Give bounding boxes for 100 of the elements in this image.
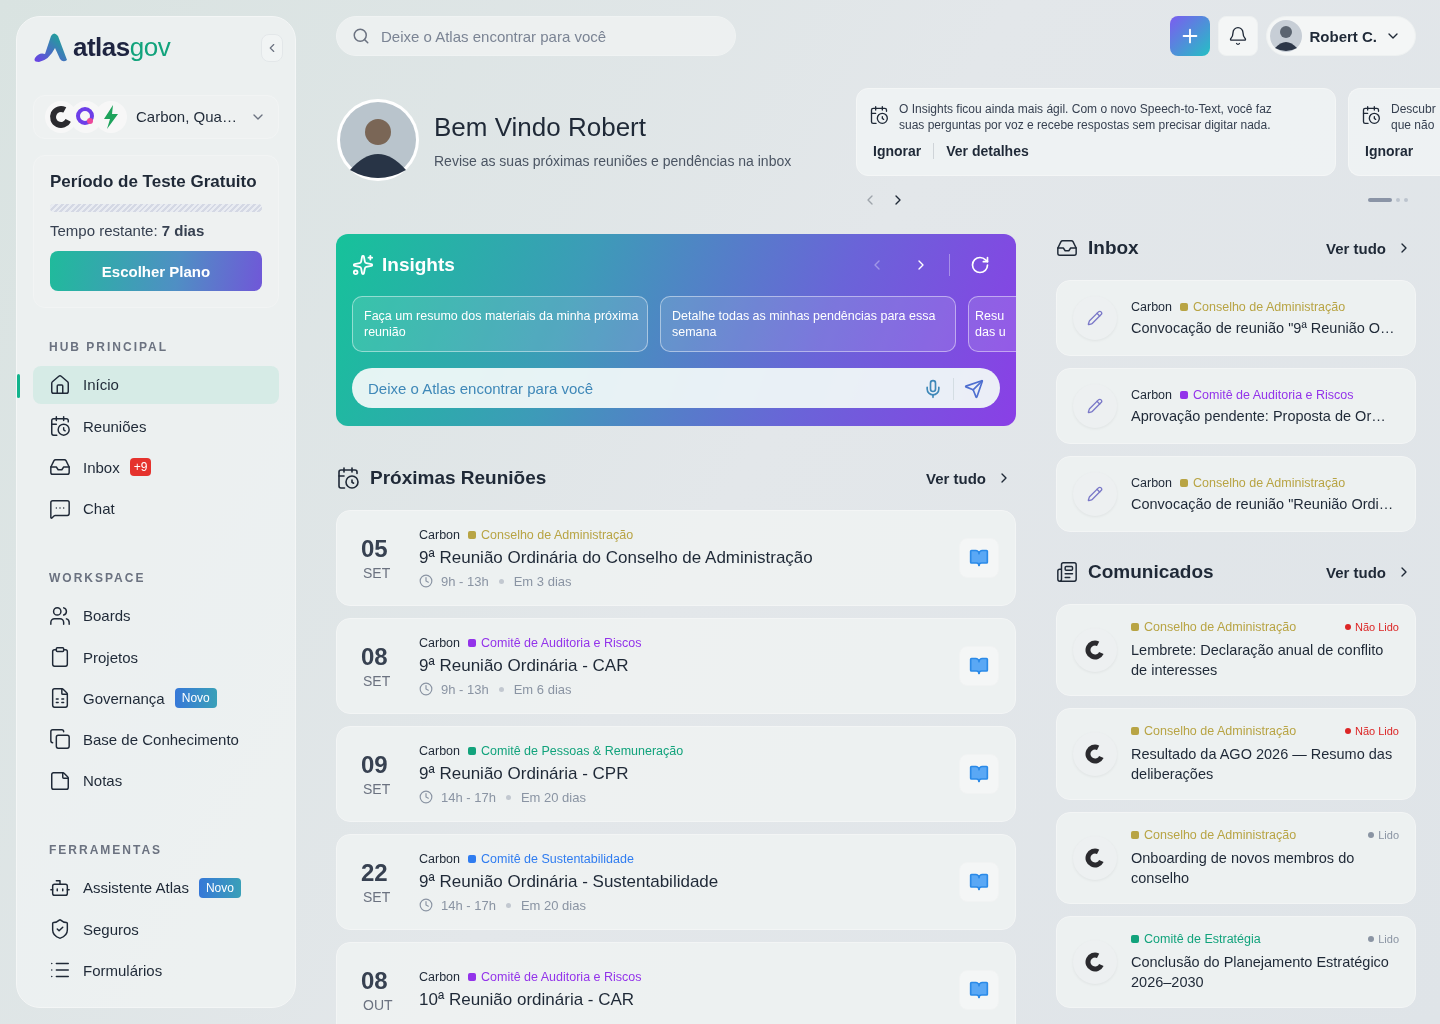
nav-item[interactable]: Seguros <box>33 910 279 948</box>
microphone-icon <box>923 379 943 399</box>
meeting-due: Em 20 dias <box>520 897 586 913</box>
nav-item[interactable]: Reuniões <box>33 407 279 445</box>
page-dot[interactable] <box>1404 198 1408 202</box>
welcome-subtitle: Revise as suas próximas reuniões e pendências na inbox <box>434 152 792 169</box>
meeting-card[interactable]: 22 SET Carbon Comitê de Sustentabilidade 9ª Reunião Ordinária - Sustentabilidade 14h - 17h Em 20 dias <box>336 834 1016 930</box>
meeting-month: SET <box>362 781 391 797</box>
user-menu-button[interactable]: Robert C. <box>1265 16 1416 56</box>
communique-card[interactable]: Conselho de Administração Lido Onboarding de novos membros do conselho <box>1056 812 1416 904</box>
inbox-card[interactable]: Carbon Comitê de Auditoria e Riscos Aprovação pendente: Proposta de Or… <box>1056 368 1416 444</box>
organization-name: Carbon <box>419 851 460 866</box>
meeting-card[interactable]: 05 SET Carbon Conselho de Administração 9ª Reunião Ordinária do Conselho de Administração 9h - 13h Em 3 dias <box>336 510 1016 606</box>
nav-label: Projetos <box>83 648 139 666</box>
committee-name: Conselho de Administração <box>1144 828 1297 842</box>
organization-name: Carbon <box>419 743 460 758</box>
nav-item[interactable]: Formulários <box>33 951 279 989</box>
ring-logo-icon <box>1085 640 1105 660</box>
read-status: Lido <box>1368 933 1399 945</box>
meeting-time: 14h - 17h <box>441 789 496 805</box>
bell-icon <box>1227 26 1248 46</box>
read-status: Não Lido <box>1344 621 1399 633</box>
announcement-text: O Insights ficou ainda mais ágil. Com o novo Speech-to-Text, você faz suas perguntas por voz e recebe respostas sem precisar digitar nada. <box>899 101 1272 133</box>
nav-item[interactable]: Boards <box>33 597 279 635</box>
section-title: FERRAMENTAS <box>49 843 164 858</box>
communique-title: Onboarding de novos membros do conselho <box>1131 849 1356 888</box>
announcement-action-link[interactable]: Ignorar <box>1365 143 1426 159</box>
choose-plan-button[interactable]: Escolher Plano <box>50 251 262 292</box>
committee-name: Comitê de Estratégia <box>1144 932 1261 946</box>
nav-item[interactable]: Notas <box>33 762 279 800</box>
collapse-sidebar-button[interactable] <box>261 33 283 62</box>
meeting-card[interactable]: 09 SET Carbon Comitê de Pessoas & Remuneração 9ª Reunião Ordinária - CPR 14h - 17h Em 20 dias <box>336 726 1016 822</box>
meeting-title: 9ª Reunião Ordinária - CPR <box>419 763 630 784</box>
inbox-subject: Convocação de reunião "9ª Reunião O… <box>1131 320 1395 336</box>
nav-label: Início <box>83 376 119 394</box>
communique-card[interactable]: Conselho de Administração Não Lido Lembrete: Declaração anual de conflito de interesses <box>1056 604 1416 696</box>
nav-item[interactable]: Governança Novo <box>33 679 279 717</box>
materials-button[interactable] <box>959 862 999 902</box>
nav-item[interactable]: Base de Conhecimento <box>33 720 279 759</box>
page-dot[interactable] <box>1396 198 1400 202</box>
meeting-title: 10ª Reunião ordinária - CAR <box>419 990 636 1010</box>
materials-button[interactable] <box>959 538 999 578</box>
calendar-icon <box>1361 105 1381 125</box>
nav-item[interactable]: Projetos <box>33 638 279 676</box>
ask-field[interactable]: Deixe o Atlas encontrar para você <box>352 368 1000 408</box>
committee-name: Comitê de Auditoria e Riscos <box>481 635 642 650</box>
committee-name: Conselho de Administração <box>481 527 634 542</box>
meeting-card[interactable]: 08 OUT Carbon Comitê de Auditoria e Riscos 10ª Reunião ordinária - CAR <box>336 942 1016 1024</box>
meeting-card[interactable]: 08 SET Carbon Comitê de Auditoria e Riscos 9ª Reunião Ordinária - CAR 9h - 13h Em 6 dias <box>336 618 1016 714</box>
add-button[interactable] <box>1169 16 1210 56</box>
suggestion-chip[interactable]: Detalhe todas as minhas pendências para essa semana <box>660 296 956 352</box>
atlasgov-logo: atlasgov <box>33 31 171 64</box>
see-all-link[interactable]: Ver tudo <box>1326 563 1412 581</box>
announcement-action-link[interactable]: Ignorar <box>873 143 934 159</box>
meeting-month: SET <box>362 565 391 581</box>
communique-card[interactable]: Comitê de Estratégia Lido Conclusão do Planejamento Estratégico 2026–2030 <box>1056 916 1416 1008</box>
announcement-action-link[interactable]: Ver detalhes <box>933 143 1041 159</box>
meeting-due: Em 3 dias <box>513 573 572 589</box>
committee-name: Conselho de Administração <box>1144 724 1297 738</box>
notifications-button[interactable] <box>1217 16 1258 56</box>
committee-name: Comitê de Auditoria e Riscos <box>1193 388 1354 402</box>
calendar-icon <box>336 466 360 490</box>
suggestion-chip[interactable]: Resu das u <box>968 296 1016 352</box>
nav-label: Governança <box>83 689 165 707</box>
communique-card[interactable]: Conselho de Administração Não Lido Resultado da AGO 2026 — Resumo das deliberações <box>1056 708 1416 800</box>
materials-button[interactable] <box>959 646 999 686</box>
nav-label: Base de Conhecimento <box>83 730 239 748</box>
communique-title: Conclusão do Planejamento Estratégico 2026–2030 <box>1131 953 1390 992</box>
remaining-time: Tempo restante: 7 dias <box>50 222 206 240</box>
materials-button[interactable] <box>959 970 999 1010</box>
see-all-link[interactable]: Ver tudo <box>926 469 1012 487</box>
meeting-month: SET <box>362 889 391 905</box>
shield-icon <box>49 918 71 941</box>
organization-name: Carbon <box>1131 476 1172 490</box>
inbox-card[interactable]: Carbon Conselho de Administração Convocação de reunião "9ª Reunião O… <box>1056 280 1416 356</box>
see-all-link[interactable]: Ver tudo <box>1326 239 1412 257</box>
organization-name: Carbon <box>419 970 460 984</box>
committee-name: Conselho de Administração <box>1193 300 1346 314</box>
book-icon <box>969 656 989 676</box>
materials-button[interactable] <box>959 754 999 794</box>
ring-logo-icon <box>1085 952 1105 972</box>
nav-label: Reuniões <box>83 417 147 435</box>
organization-selector[interactable]: Carbon, Qua… <box>33 94 279 140</box>
ring-logo-icon <box>1085 744 1105 764</box>
organization-name: Carbon <box>1131 300 1172 314</box>
inbox-card[interactable]: Carbon Conselho de Administração Convocação de reunião "Reunião Ordi… <box>1056 456 1416 532</box>
section-title: HUB PRINCIPAL <box>49 340 170 355</box>
nav-label: Notas <box>83 772 123 790</box>
nav-label: Boards <box>83 607 131 625</box>
clipboard-icon <box>49 646 71 668</box>
nav-item[interactable]: Chat <box>33 489 279 528</box>
meeting-day: 08 <box>361 643 388 671</box>
nav-item[interactable]: Inbox +9 <box>33 448 279 486</box>
book-icon <box>969 548 989 568</box>
users-icon <box>49 604 71 627</box>
search-field[interactable]: Deixe o Atlas encontrar para você <box>336 16 736 56</box>
committee-name: Comitê de Sustentabilidade <box>481 851 634 866</box>
copy-icon <box>49 728 71 751</box>
nav-item[interactable]: Assistente Atlas Novo <box>33 869 279 907</box>
clock-icon <box>419 898 433 912</box>
